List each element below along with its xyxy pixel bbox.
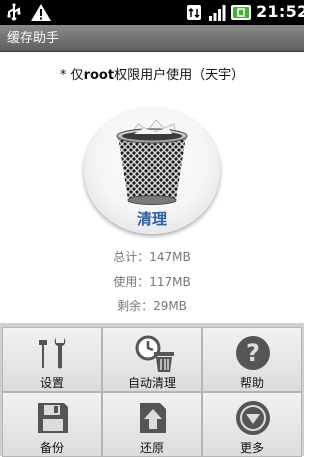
data-connection-icon — [187, 5, 201, 20]
menu-restore-label: 还原 — [139, 441, 164, 455]
menu-settings[interactable]: 设置 — [2, 327, 102, 392]
usb-icon — [7, 3, 21, 21]
stat-used: 使用：117MB — [113, 275, 191, 289]
notice-suffix: 权限用户使用（天宇） — [114, 68, 245, 83]
stat-free: 剩余：29MB — [117, 299, 187, 313]
trash-can-icon — [116, 119, 188, 205]
options-menu: 设置 自动清理 ? 帮助 备份 还原 更多 — [0, 323, 304, 457]
menu-help-label: 帮助 — [239, 376, 264, 390]
battery-charging-icon — [231, 5, 251, 20]
app-title-bar: 缓存助手 — [0, 25, 304, 52]
menu-settings-label: 设置 — [39, 376, 64, 390]
menu-more[interactable]: 更多 — [202, 392, 302, 457]
clean-label: 清理 — [136, 210, 167, 228]
auto-clean-timer-icon — [135, 335, 174, 372]
restore-upload-icon — [140, 403, 166, 433]
notice-prefix: * 仅 — [59, 68, 84, 83]
more-icon — [236, 401, 270, 435]
menu-backup[interactable]: 备份 — [2, 392, 102, 457]
menu-backup-label: 备份 — [39, 441, 64, 455]
notice-root: root — [83, 68, 115, 83]
root-notice: * 仅root权限用户使用（天宇） — [0, 64, 304, 83]
backup-floppy-icon — [38, 403, 68, 433]
status-bar: 21:52 — [0, 0, 308, 25]
svg-text:?: ? — [246, 339, 260, 367]
menu-help[interactable]: ? 帮助 — [202, 327, 302, 392]
stat-total: 总计：147MB — [113, 250, 191, 264]
clean-button[interactable]: 清理 — [84, 108, 220, 234]
menu-more-label: 更多 — [239, 441, 264, 455]
warning-icon — [31, 4, 51, 21]
menu-auto-clean[interactable]: 自动清理 — [102, 327, 202, 392]
menu-restore[interactable]: 还原 — [102, 392, 202, 457]
signal-strength-icon — [209, 5, 226, 21]
help-icon: ? — [236, 336, 270, 370]
status-clock: 21:52 — [256, 2, 309, 21]
menu-auto-clean-label: 自动清理 — [127, 376, 176, 390]
app-title: 缓存助手 — [7, 31, 60, 46]
settings-tools-icon — [39, 338, 66, 369]
